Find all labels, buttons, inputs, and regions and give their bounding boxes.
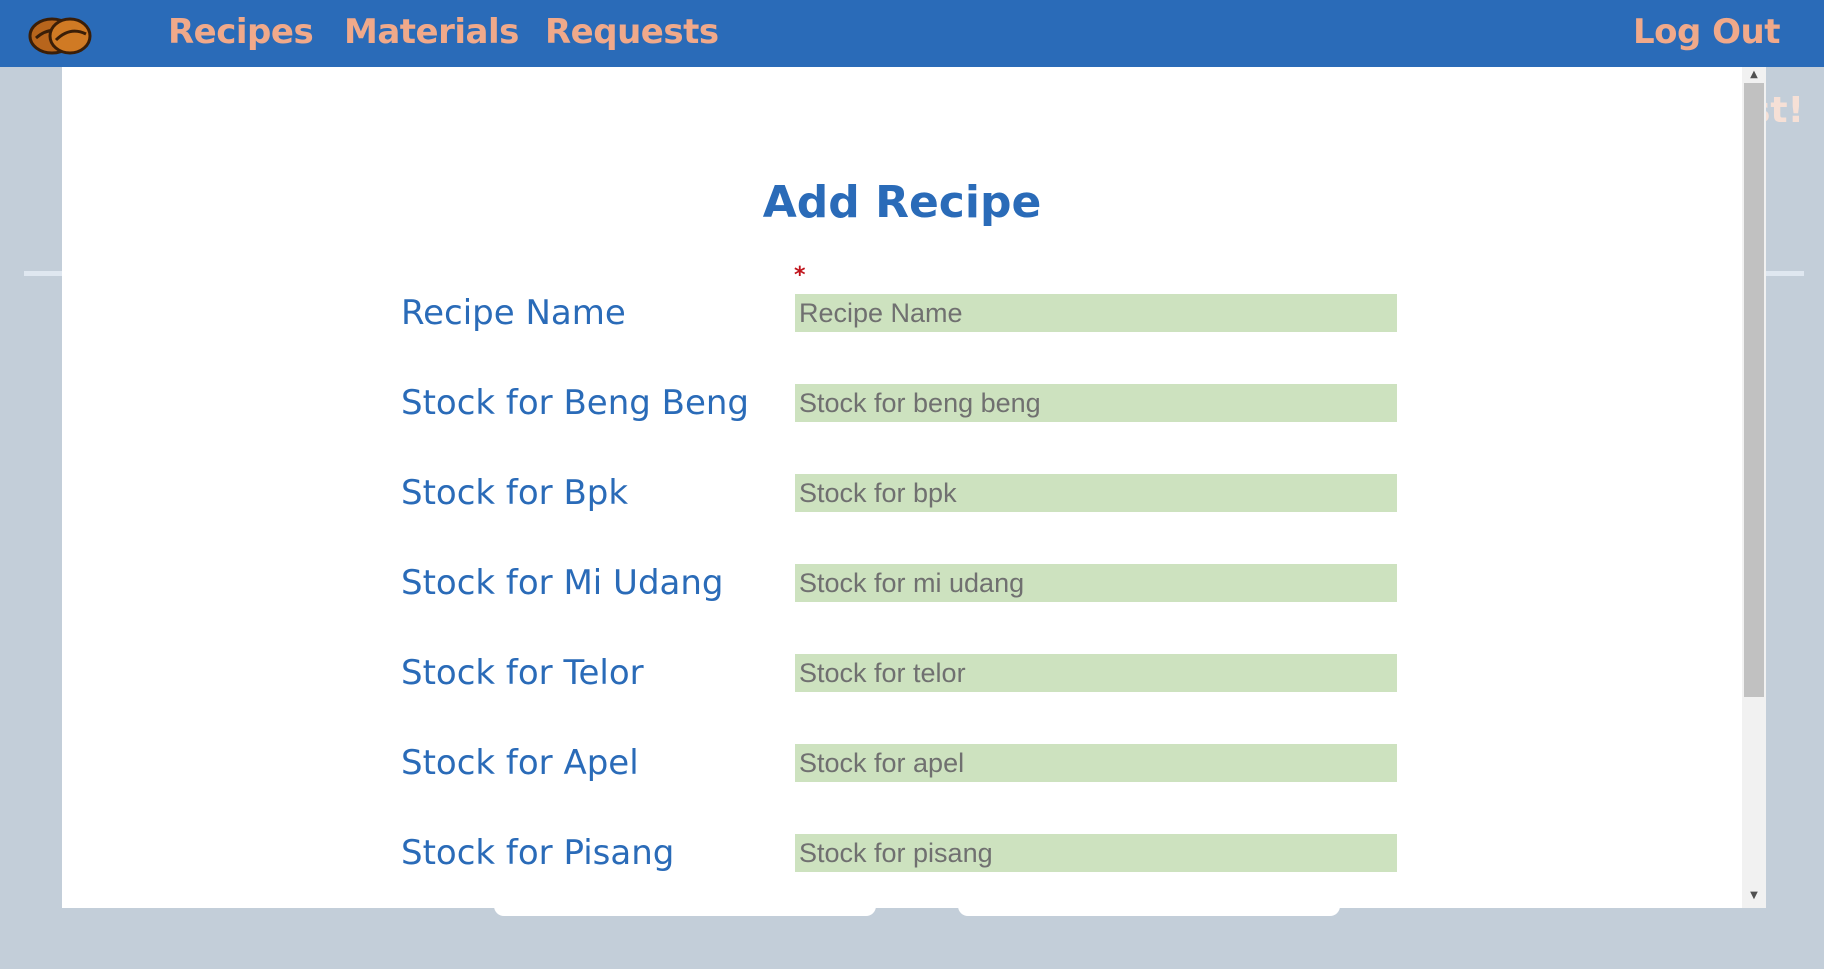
stock-mi-udang-label: Stock for Mi Udang [401,563,724,603]
stock-telor-input[interactable] [795,654,1397,692]
scroll-up-arrow-icon[interactable]: ▲ [1742,67,1766,83]
form-row-stock-mi-udang: Stock for Mi Udang [62,563,1742,603]
form-row-recipe-name: Recipe Name [62,293,1742,333]
stock-mi-udang-input[interactable] [795,564,1397,602]
stock-bpk-input[interactable] [795,474,1397,512]
scrollbar-thumb[interactable] [1744,83,1764,697]
coffee-beans-logo-icon[interactable] [26,10,94,58]
stock-beng-beng-input[interactable] [795,384,1397,422]
nav-requests-link[interactable]: Requests [545,12,719,52]
background-divider-right [1764,271,1804,276]
stock-pisang-label: Stock for Pisang [401,833,675,873]
stock-bpk-label: Stock for Bpk [401,473,629,513]
nav-materials-link[interactable]: Materials [344,12,519,52]
modal-title: Add Recipe [762,177,1042,228]
recipe-name-input[interactable] [795,294,1397,332]
recipe-name-label: Recipe Name [401,293,626,333]
stock-beng-beng-label: Stock for Beng Beng [401,383,750,423]
logout-link[interactable]: Log Out [1633,12,1781,52]
background-divider-left [24,271,64,276]
stock-telor-label: Stock for Telor [401,653,644,693]
form-row-stock-apel: Stock for Apel [62,743,1742,783]
required-asterisk: * [794,263,806,288]
stock-apel-input[interactable] [795,744,1397,782]
form-row-stock-bpk: Stock for Bpk [62,473,1742,513]
form-row-stock-pisang: Stock for Pisang [62,833,1742,873]
scroll-down-arrow-icon[interactable]: ▼ [1742,888,1766,904]
add-recipe-modal: Add Recipe * Recipe Name Stock for Beng … [62,67,1766,908]
nav-recipes-link[interactable]: Recipes [168,12,314,52]
stock-pisang-input[interactable] [795,834,1397,872]
form-row-stock-telor: Stock for Telor [62,653,1742,693]
top-navbar: Recipes Materials Requests Log Out [0,0,1824,67]
modal-scrollbar[interactable]: ▲ ▼ [1742,67,1766,908]
form-row-stock-beng-beng: Stock for Beng Beng [62,383,1742,423]
stock-apel-label: Stock for Apel [401,743,639,783]
